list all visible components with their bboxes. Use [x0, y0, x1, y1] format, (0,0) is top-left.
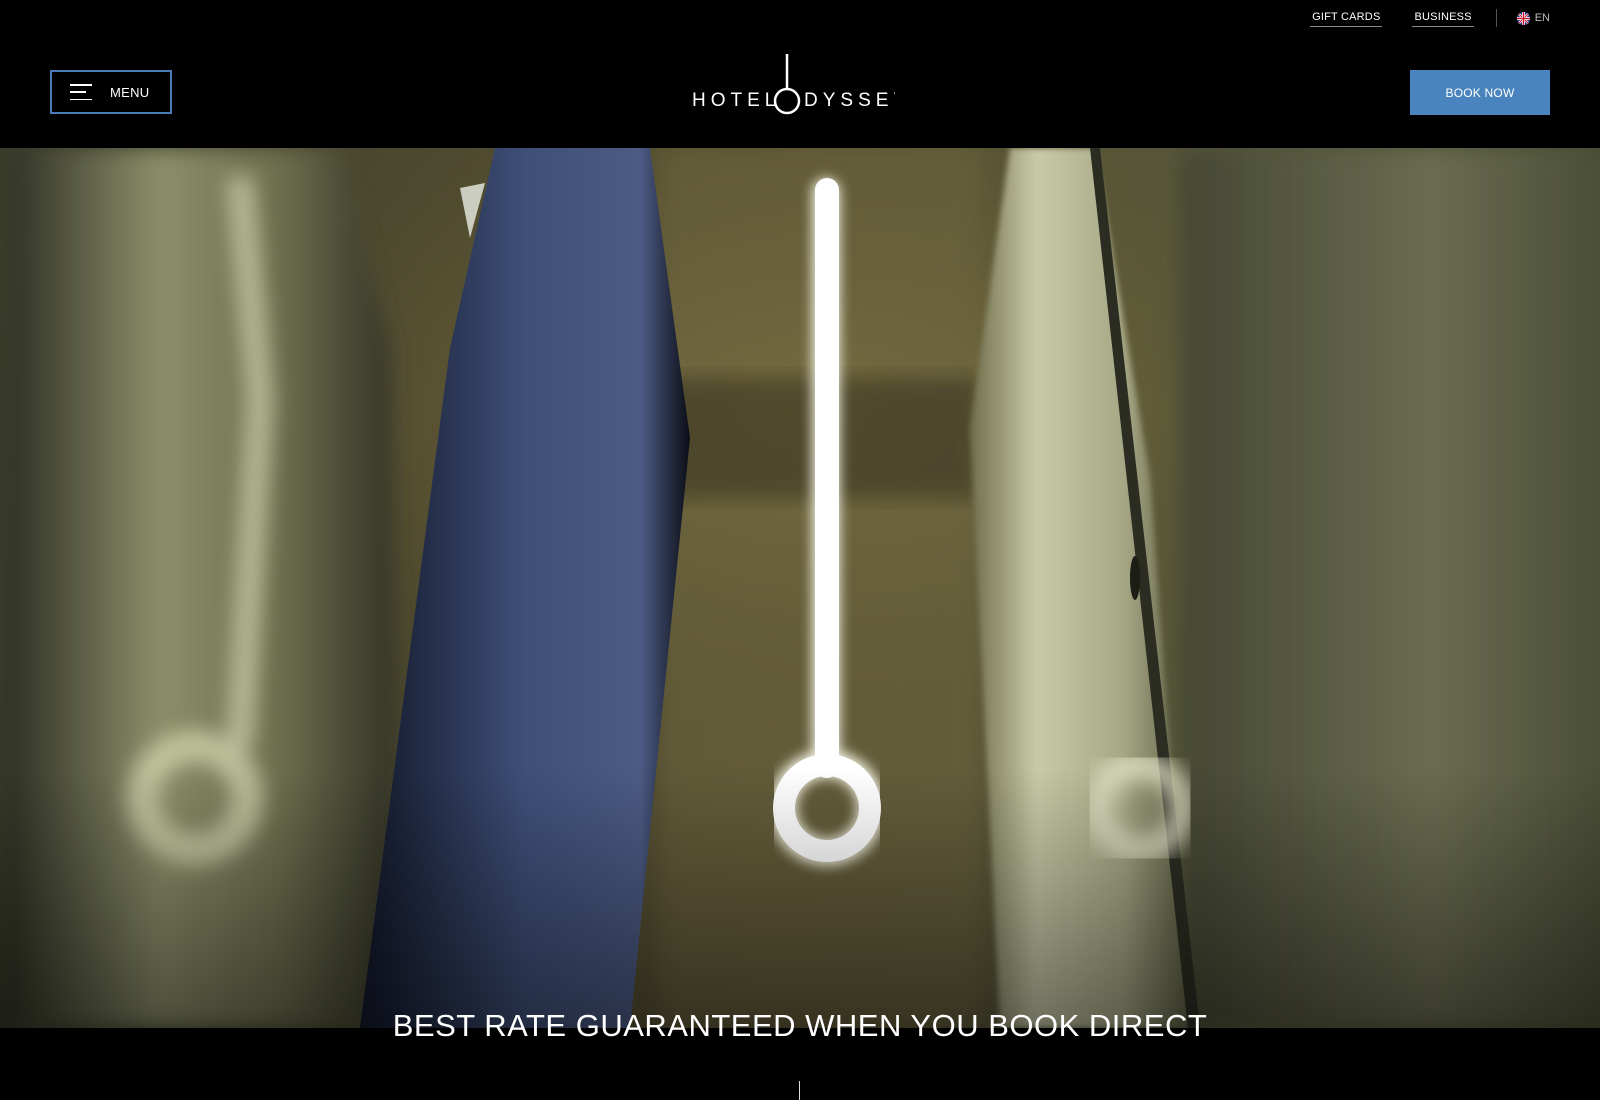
menu-button[interactable]: MENU [50, 70, 172, 114]
logo-text-right: DYSSEY [804, 90, 895, 111]
language-label: EN [1534, 12, 1550, 24]
gift-cards-link[interactable]: GIFT CARDS [1310, 10, 1383, 27]
language-selector[interactable]: EN [1516, 11, 1550, 25]
hero-image [0, 148, 1600, 1028]
site-header: MENU HOTEL DYSSEY BOOK NOW [0, 36, 1600, 148]
logo-text-left: HOTEL [692, 90, 780, 111]
hotel-odyssey-logo[interactable]: HOTEL DYSSEY [690, 54, 906, 118]
scroll-indicator[interactable] [799, 1081, 800, 1100]
book-now-button[interactable]: BOOK NOW [1410, 70, 1550, 115]
menu-label: MENU [110, 84, 150, 100]
business-link[interactable]: BUSINESS [1412, 10, 1474, 27]
utility-divider [1495, 9, 1497, 27]
uk-flag-icon [1516, 11, 1530, 25]
utility-bar: GIFT CARDS BUSINESS EN [1280, 0, 1600, 36]
hamburger-icon [70, 84, 92, 100]
page: GIFT CARDS BUSINESS EN MENU HOTEL DYSSE … [0, 0, 1600, 1100]
hero-tagline: BEST RATE GUARANTEED WHEN YOU BOOK DIREC… [392, 1008, 1208, 1043]
